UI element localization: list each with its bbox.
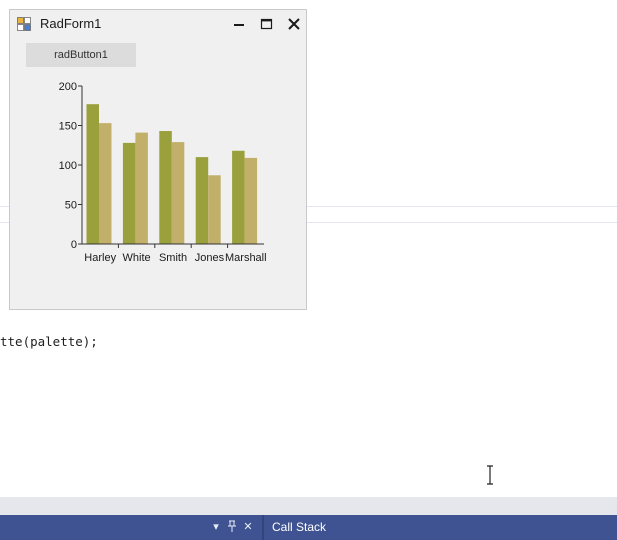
pin-icon[interactable] xyxy=(226,520,238,534)
tab-call-stack[interactable]: Call Stack xyxy=(272,519,326,536)
bar xyxy=(195,157,209,244)
bar xyxy=(171,142,185,244)
x-tick-label: Marshall xyxy=(225,252,267,264)
x-tick-label: Jones xyxy=(195,252,225,264)
bar xyxy=(244,157,258,244)
editor-scroll-strip[interactable] xyxy=(0,497,617,515)
bar xyxy=(86,104,99,244)
y-tick-label: 0 xyxy=(71,239,77,251)
x-tick-label: Harley xyxy=(84,252,116,264)
bar-chart: Harley White Smith Jones Marshall 0 50 100 150 20… xyxy=(59,81,267,264)
bar xyxy=(122,142,136,244)
text-cursor-icon xyxy=(487,465,493,485)
bar xyxy=(135,132,148,244)
title-bar[interactable]: RadForm1 xyxy=(10,10,306,38)
y-tick-label: 150 xyxy=(59,121,77,133)
bar xyxy=(232,150,245,244)
minimize-icon[interactable] xyxy=(227,13,251,35)
dropdown-icon[interactable]: ▾ xyxy=(210,520,222,534)
window-title: RadForm1 xyxy=(40,16,102,31)
bar xyxy=(208,175,221,244)
panel-close-icon[interactable]: ✕ xyxy=(242,520,254,534)
maximize-icon[interactable] xyxy=(254,13,278,35)
y-tick-label: 100 xyxy=(59,160,77,172)
x-tick-label: Smith xyxy=(159,252,187,264)
bar xyxy=(159,131,172,244)
form-icon xyxy=(17,17,31,31)
code-line[interactable]: tte(palette); xyxy=(0,334,98,349)
bar xyxy=(99,123,112,244)
tool-window-bar: ▾ ✕ Call Stack xyxy=(0,515,617,540)
form-client-area: radButton1 Harley White Smith Jones Marshall… xyxy=(10,38,306,309)
y-tick-label: 200 xyxy=(59,81,77,93)
tab-separator xyxy=(262,515,264,540)
x-tick-label: White xyxy=(123,252,151,264)
radform-window[interactable]: RadForm1 radButton1 Harley White Smith Jone… xyxy=(9,9,307,310)
close-icon[interactable] xyxy=(282,13,306,35)
y-tick-label: 50 xyxy=(65,200,77,212)
